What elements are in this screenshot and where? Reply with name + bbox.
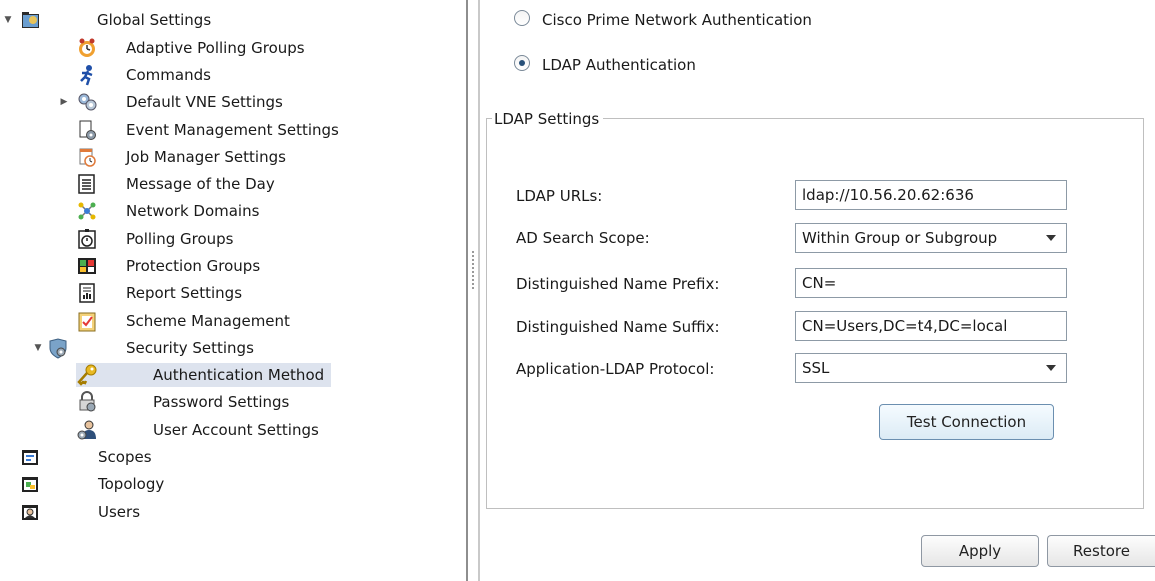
tree-item-network-domains[interactable]: Network Domains xyxy=(0,198,466,224)
message-list-icon xyxy=(78,174,95,194)
network-nodes-icon xyxy=(78,202,96,220)
tree-item-label: Event Management Settings xyxy=(126,121,339,139)
authentication-panel: Cisco Prime Network Authentication LDAP … xyxy=(480,0,1155,581)
dn-suffix-label: Distinguished Name Suffix: xyxy=(516,318,720,336)
protection-group-icon xyxy=(78,258,96,274)
shield-gear-icon xyxy=(49,338,67,359)
tree-item-label: Default VNE Settings xyxy=(126,93,283,111)
tree-item-label: Commands xyxy=(126,66,211,84)
radio-button[interactable] xyxy=(514,10,530,26)
panel-splitter[interactable] xyxy=(466,0,480,581)
ldap-protocol-select[interactable]: SSL xyxy=(795,353,1067,383)
tree-item-user-account-settings[interactable]: User Account Settings xyxy=(0,417,466,443)
tree-item-label: Topology xyxy=(98,475,165,493)
dn-suffix-input[interactable]: CN=Users,DC=t4,DC=local xyxy=(795,311,1067,341)
ldap-urls-label: LDAP URLs: xyxy=(516,187,603,205)
ldap-settings-legend: LDAP Settings xyxy=(492,107,604,131)
stopwatch-icon xyxy=(78,229,96,249)
tree-item-scopes[interactable]: Scopes xyxy=(0,444,466,470)
dn-prefix-label: Distinguished Name Prefix: xyxy=(516,275,720,293)
tree-item-label: Polling Groups xyxy=(126,230,234,248)
tree-item-password-settings[interactable]: Password Settings xyxy=(0,389,466,415)
dropdown-arrow-icon[interactable] xyxy=(1046,235,1056,241)
tree-item-label: Message of the Day xyxy=(126,175,275,193)
tree-item-label: Network Domains xyxy=(126,202,260,220)
document-gear-icon xyxy=(79,120,96,140)
tree-item-label: Users xyxy=(98,503,141,521)
tree-item-label: Protection Groups xyxy=(126,257,261,275)
radio-label: Cisco Prime Network Authentication xyxy=(542,11,812,29)
radio-button[interactable] xyxy=(514,55,530,71)
tree-item-protection-groups[interactable]: Protection Groups xyxy=(0,253,466,279)
open-folder-icon xyxy=(22,12,39,28)
ldap-urls-value: ldap://10.56.20.62:636 xyxy=(802,186,974,204)
tree-item-event-management-settings[interactable]: Event Management Settings xyxy=(0,117,466,143)
tree-item-label: Scopes xyxy=(98,448,152,466)
tree-item-commands[interactable]: Commands xyxy=(0,62,466,88)
test-connection-button[interactable]: Test Connection xyxy=(879,404,1054,440)
calendar-clock-icon xyxy=(79,148,96,167)
ad-search-scope-value: Within Group or Subgroup xyxy=(802,229,998,247)
tree-item-users[interactable]: Users xyxy=(0,499,466,525)
tree-item-report-settings[interactable]: Report Settings xyxy=(0,280,466,306)
radio-label: LDAP Authentication xyxy=(542,56,696,74)
clock-gear-icon xyxy=(79,38,95,57)
tree-item-security-settings[interactable]: ▼ Security Settings xyxy=(0,335,466,361)
tree-item-default-vne-settings[interactable]: ▶ Default VNE Settings xyxy=(0,89,466,115)
tree-item-label: User Account Settings xyxy=(153,421,319,439)
tree-item-message-of-the-day[interactable]: Message of the Day xyxy=(0,171,466,197)
splitter-grip-icon[interactable] xyxy=(472,251,474,291)
settings-tree: ▼ Global Settings Adaptive Polling Group… xyxy=(0,0,466,581)
dropdown-arrow-icon[interactable] xyxy=(1046,365,1056,371)
expand-arrow-icon[interactable]: ▼ xyxy=(33,335,43,361)
ad-search-scope-select[interactable]: Within Group or Subgroup xyxy=(795,223,1067,253)
dn-prefix-value: CN= xyxy=(802,274,837,292)
scopes-folder-icon xyxy=(22,450,38,465)
tree-item-label: Global Settings xyxy=(97,11,212,29)
dn-prefix-input[interactable]: CN= xyxy=(795,268,1067,298)
tree-item-label: Job Manager Settings xyxy=(126,148,286,166)
tree-item-label: Security Settings xyxy=(126,339,254,357)
tree-item-label: Password Settings xyxy=(153,393,290,411)
tree-item-global-settings[interactable]: ▼ Global Settings xyxy=(0,7,466,33)
dn-suffix-value: CN=Users,DC=t4,DC=local xyxy=(802,317,1008,335)
collapsed-arrow-icon[interactable]: ▶ xyxy=(59,89,69,115)
expand-arrow-icon[interactable]: ▼ xyxy=(3,7,13,33)
tree-item-label: Report Settings xyxy=(126,284,243,302)
tree-item-label: Adaptive Polling Groups xyxy=(126,39,305,57)
ldap-protocol-value: SSL xyxy=(802,359,830,377)
report-icon xyxy=(79,283,95,303)
topology-folder-icon xyxy=(22,477,38,492)
running-man-icon xyxy=(80,65,93,86)
ad-search-scope-label: AD Search Scope: xyxy=(516,229,650,247)
user-gear-icon xyxy=(77,420,96,440)
key-icon xyxy=(77,364,97,386)
radio-selected-dot xyxy=(519,60,525,66)
tree-item-polling-groups[interactable]: Polling Groups xyxy=(0,226,466,252)
tree-item-label: Scheme Management xyxy=(126,312,290,330)
tree-item-scheme-management[interactable]: Scheme Management xyxy=(0,308,466,334)
tree-item-topology[interactable]: Topology xyxy=(0,471,466,497)
gear-cluster-icon xyxy=(78,93,97,111)
tree-item-adaptive-polling-groups[interactable]: Adaptive Polling Groups xyxy=(0,35,466,61)
apply-button[interactable]: Apply xyxy=(921,535,1039,567)
ldap-protocol-label: Application-LDAP Protocol: xyxy=(516,360,715,378)
tree-item-label: Authentication Method xyxy=(153,366,325,384)
restore-button[interactable]: Restore xyxy=(1047,535,1155,567)
ldap-urls-input[interactable]: ldap://10.56.20.62:636 xyxy=(795,180,1067,210)
users-folder-icon xyxy=(22,505,38,520)
tree-item-authentication-method[interactable]: Authentication Method xyxy=(0,362,466,388)
lock-gear-icon xyxy=(79,391,96,412)
tree-item-job-manager-settings[interactable]: Job Manager Settings xyxy=(0,144,466,170)
clipboard-check-icon xyxy=(78,312,96,332)
